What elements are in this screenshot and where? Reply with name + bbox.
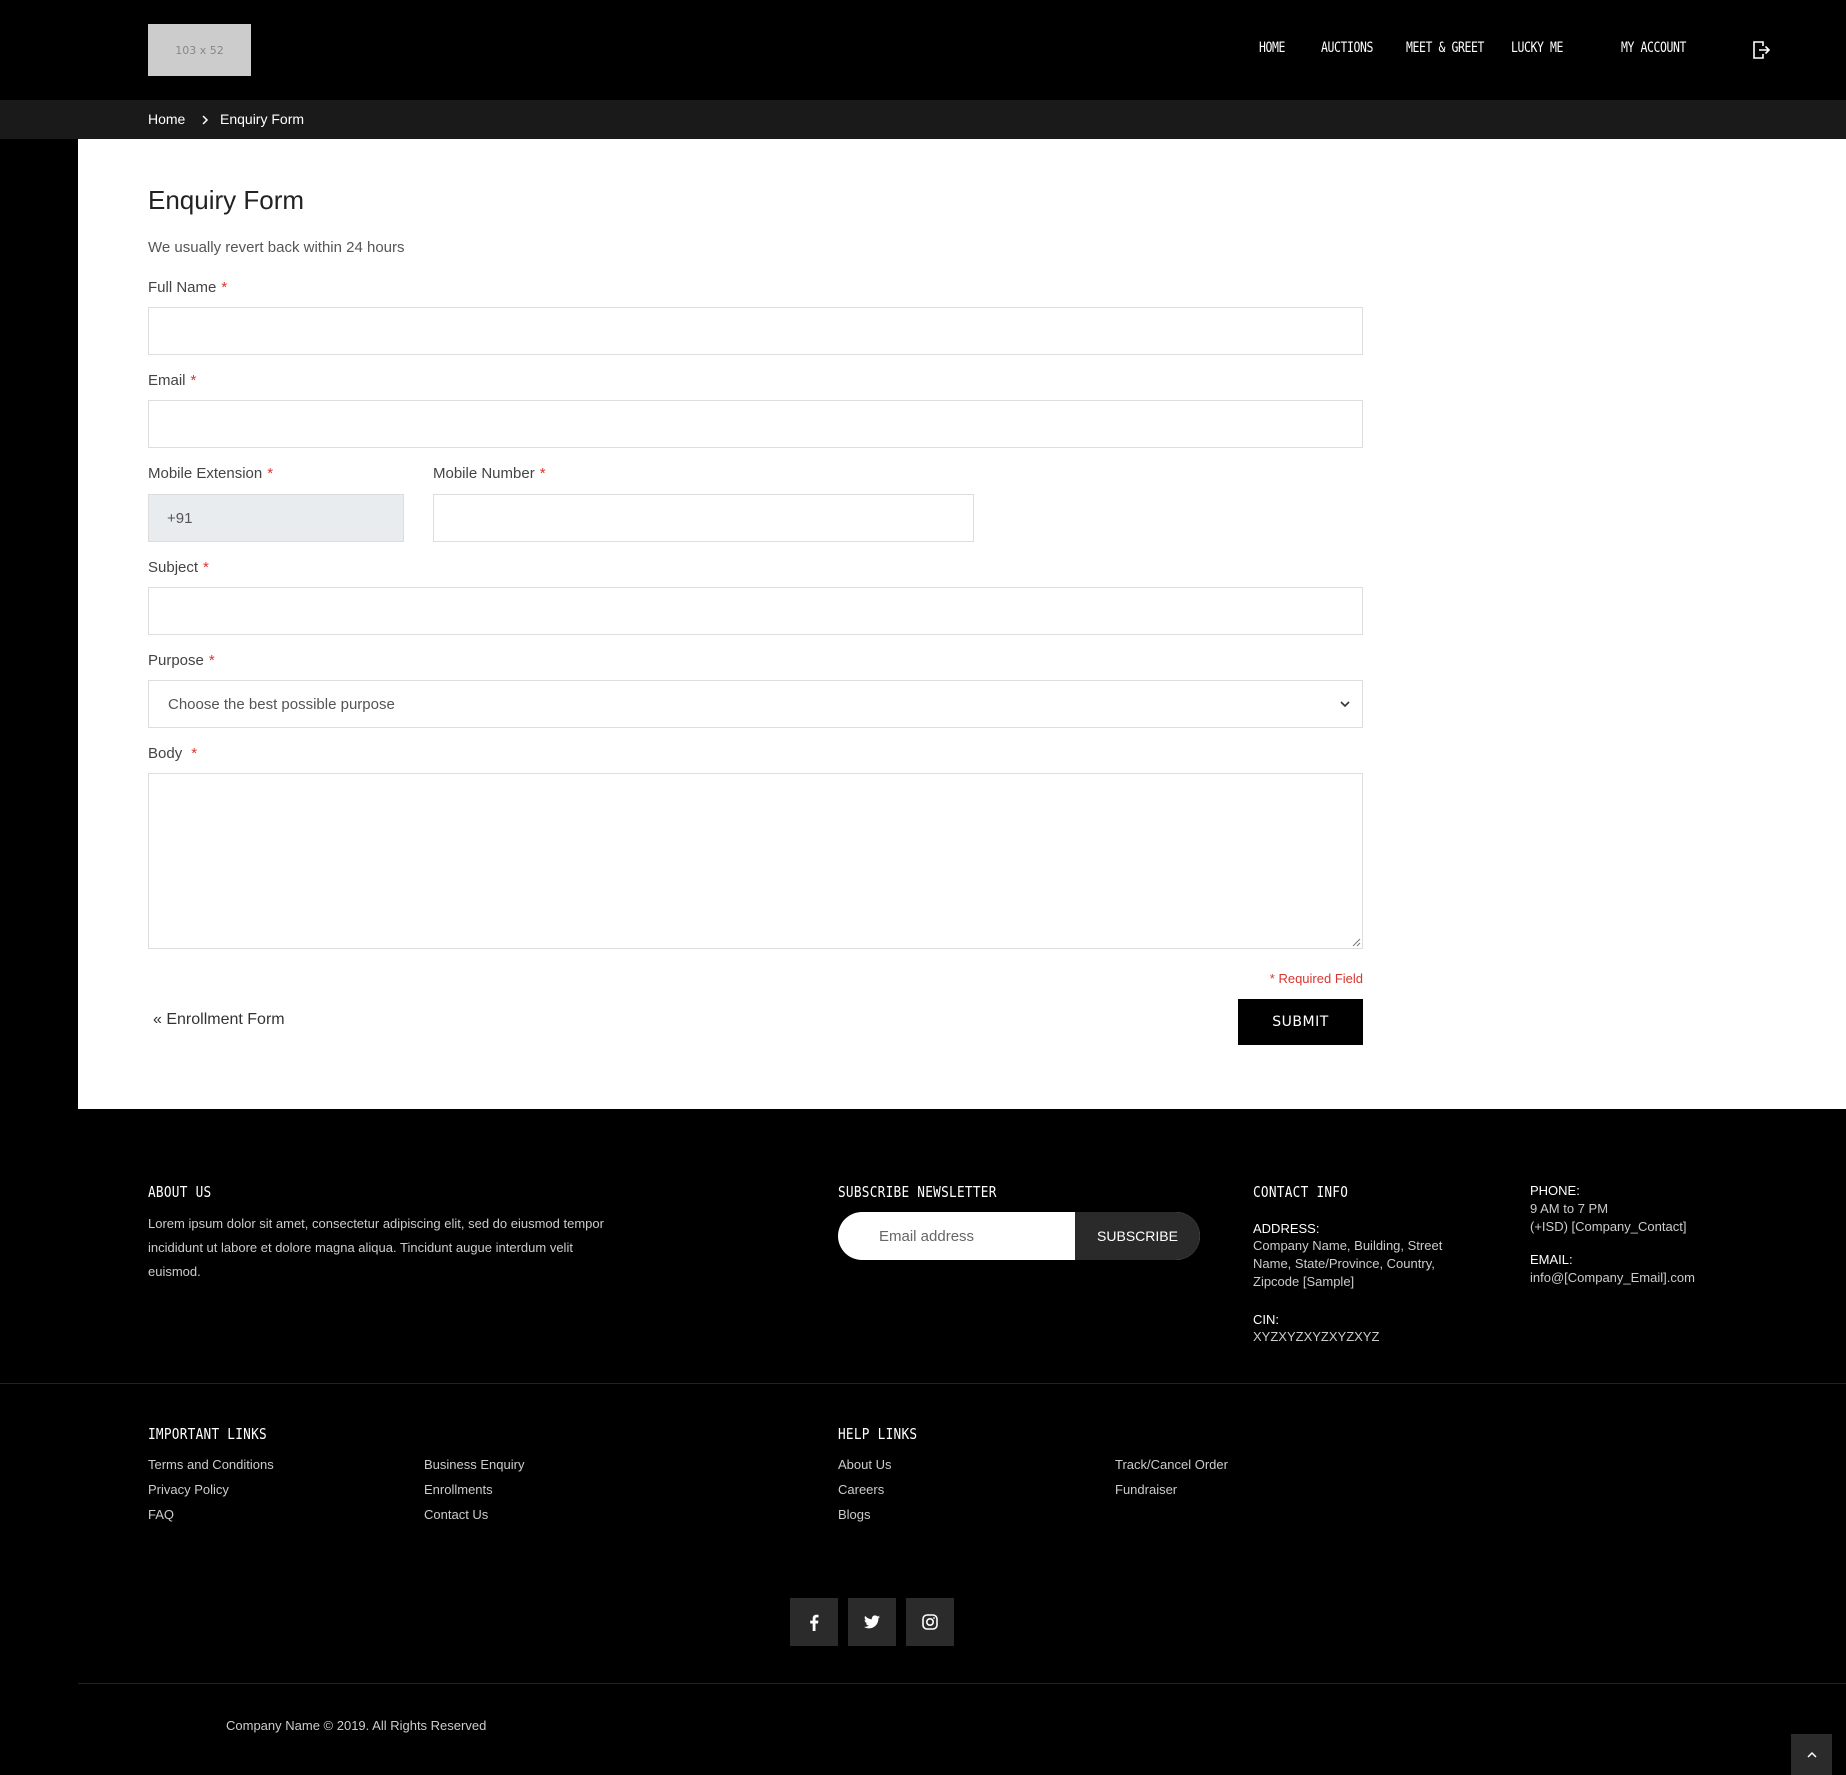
cin-label: CIN: xyxy=(1253,1312,1279,1327)
instagram-button[interactable] xyxy=(906,1598,954,1646)
required-field-note: * Required Field xyxy=(1269,971,1363,986)
phone-hours: 9 AM to 7 PM xyxy=(1530,1201,1609,1216)
full-name-input[interactable] xyxy=(148,307,1363,355)
link-business-enquiry[interactable]: Business Enquiry xyxy=(424,1457,524,1472)
mobile-number-label: Mobile Number * xyxy=(433,465,546,482)
resize-grip-icon[interactable] xyxy=(1351,937,1361,947)
enrollment-form-link[interactable]: « Enrollment Form xyxy=(153,1011,285,1029)
phone-label: PHONE: xyxy=(1530,1183,1580,1198)
breadcrumb: Home Enquiry Form xyxy=(0,100,1846,139)
main-content: Enquiry Form We usually revert back with… xyxy=(78,139,1846,1109)
contact-info-heading: CONTACT INFO xyxy=(1253,1183,1349,1201)
breadcrumb-home[interactable]: Home xyxy=(148,111,185,127)
cin-value: XYZXYZXYZXYZXYZ xyxy=(1253,1329,1380,1344)
about-us-heading: ABOUT US xyxy=(148,1183,212,1201)
link-faq[interactable]: FAQ xyxy=(148,1507,174,1522)
address-value: Company Name, Building, Street Name, Sta… xyxy=(1253,1238,1443,1289)
link-track-cancel-order[interactable]: Track/Cancel Order xyxy=(1115,1457,1228,1472)
subject-label: Subject * xyxy=(148,559,209,576)
back-to-top-button[interactable] xyxy=(1791,1734,1832,1775)
link-terms[interactable]: Terms and Conditions xyxy=(148,1457,274,1472)
logout-icon[interactable] xyxy=(1752,40,1770,60)
email-value[interactable]: info@[Company_Email].com xyxy=(1530,1269,1695,1287)
site-header: 103 x 52 HOME AUCTIONS MEET & GREET LUCK… xyxy=(0,0,1846,100)
about-us-text: Lorem ipsum dolor sit amet, consectetur … xyxy=(148,1216,604,1279)
email-label: EMAIL: xyxy=(1530,1252,1573,1267)
link-about-us[interactable]: About Us xyxy=(838,1457,891,1472)
nav-my-account[interactable]: MY ACCOUNT xyxy=(1621,40,1686,56)
mobile-extension-label: Mobile Extension * xyxy=(148,465,274,482)
link-careers[interactable]: Careers xyxy=(838,1482,884,1497)
link-privacy[interactable]: Privacy Policy xyxy=(148,1482,229,1497)
important-links-heading: IMPORTANT LINKS xyxy=(148,1425,267,1443)
main-nav: HOME AUCTIONS MEET & GREET LUCKY ME MY A… xyxy=(0,40,1846,62)
footer-links: IMPORTANT LINKS Terms and Conditions Pri… xyxy=(0,1384,1846,1775)
nav-auctions[interactable]: AUCTIONS xyxy=(1321,40,1373,56)
submit-button[interactable]: SUBMIT xyxy=(1238,999,1363,1045)
purpose-select[interactable]: Choose the best possible purpose xyxy=(148,680,1363,728)
nav-meet-greet[interactable]: MEET & GREET xyxy=(1406,40,1484,56)
newsletter-email-input[interactable]: Email address xyxy=(838,1212,1075,1260)
chevron-right-icon xyxy=(202,115,209,125)
purpose-label: Purpose * xyxy=(148,652,215,669)
link-contact-us[interactable]: Contact Us xyxy=(424,1507,488,1522)
phone-value: (+ISD) [Company_Contact] xyxy=(1530,1219,1687,1234)
subscribe-button[interactable]: SUBSCRIBE xyxy=(1075,1212,1200,1260)
newsletter-heading: SUBSCRIBE NEWSLETTER xyxy=(838,1183,997,1201)
full-name-label: Full Name * xyxy=(148,279,228,296)
email-label: Email * xyxy=(148,372,197,389)
instagram-icon xyxy=(922,1614,938,1630)
link-enrollments[interactable]: Enrollments xyxy=(424,1482,493,1497)
link-fundraiser[interactable]: Fundraiser xyxy=(1115,1482,1177,1497)
link-blogs[interactable]: Blogs xyxy=(838,1507,871,1522)
facebook-button[interactable] xyxy=(790,1598,838,1646)
mobile-extension-input: +91 xyxy=(148,494,404,542)
email-input[interactable] xyxy=(148,400,1363,448)
page-title: Enquiry Form xyxy=(148,185,305,215)
facebook-icon xyxy=(810,1614,819,1631)
footer-info: ABOUT US Lorem ipsum dolor sit amet, con… xyxy=(0,1109,1846,1383)
help-links-heading: HELP LINKS xyxy=(838,1425,918,1443)
subject-input[interactable] xyxy=(148,587,1363,635)
twitter-button[interactable] xyxy=(848,1598,896,1646)
form-subtitle: We usually revert back within 24 hours xyxy=(148,239,405,256)
address-label: ADDRESS: xyxy=(1253,1221,1320,1236)
chevron-down-icon xyxy=(1340,700,1350,707)
purpose-selected-value: Choose the best possible purpose xyxy=(168,695,395,713)
breadcrumb-current: Enquiry Form xyxy=(220,111,305,127)
chevron-up-icon xyxy=(1806,1751,1817,1758)
newsletter-form: Email address SUBSCRIBE xyxy=(838,1212,1200,1260)
twitter-icon xyxy=(864,1615,880,1629)
mobile-number-input[interactable] xyxy=(433,494,974,542)
body-label: Body * xyxy=(148,745,198,762)
body-textarea[interactable] xyxy=(148,773,1363,949)
copyright-text: Company Name © 2019. All Rights Reserved xyxy=(226,1718,487,1733)
footer-bottom-divider xyxy=(78,1683,1846,1684)
nav-home[interactable]: HOME xyxy=(1259,40,1285,56)
nav-lucky-me[interactable]: LUCKY ME xyxy=(1511,40,1563,56)
